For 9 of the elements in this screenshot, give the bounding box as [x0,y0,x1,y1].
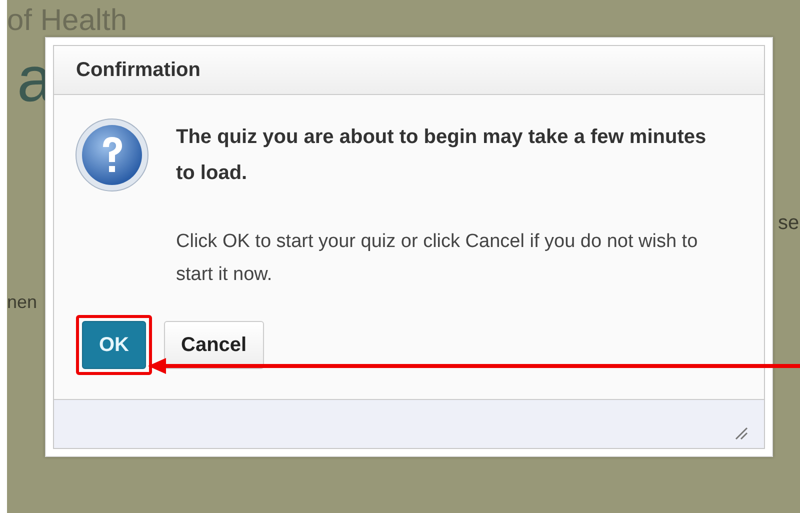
dialog-detail: Click OK to start your quiz or click Cancel if you do not wish to start it now. [176,230,699,287]
background-text: nen [7,292,38,313]
resize-grip-icon [734,426,748,440]
ok-button[interactable]: OK [82,321,146,369]
cancel-button[interactable]: Cancel [164,321,264,369]
dialog-message: The quiz you are about to begin may take a few minutes to load. [176,125,708,186]
dialog-title: Confirmation [76,58,200,82]
question-icon [74,117,150,193]
background-text: se [778,212,800,235]
